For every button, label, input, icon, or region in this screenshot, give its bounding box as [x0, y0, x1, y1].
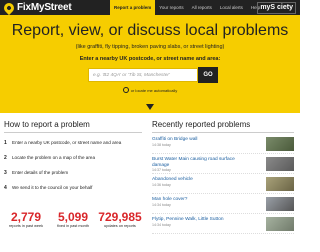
report-thumbnail[interactable] — [266, 197, 294, 211]
report-time: 14:34 today — [152, 202, 171, 207]
map-pin-icon — [1, 0, 17, 16]
down-arrow-icon — [146, 104, 154, 110]
locate-me-link[interactable]: or locate me automatically — [0, 87, 300, 93]
step-number: 4 — [4, 184, 7, 191]
go-button[interactable]: GO — [198, 67, 218, 83]
step-item: 1 Enter a nearby UK postcode, or street … — [4, 137, 142, 148]
report-title[interactable]: Burst Water Main causing road surface da… — [152, 157, 252, 168]
step-text: Enter a nearby UK postcode, or street na… — [12, 140, 122, 145]
logo[interactable]: FixMyStreet — [1, 0, 72, 16]
how-to-title: How to report a problem — [4, 120, 142, 133]
report-item[interactable]: Abandoned vehicle 14:36 today — [152, 177, 294, 194]
top-bar: FixMyStreet Report a problem Your report… — [0, 0, 300, 16]
nav-report-problem[interactable]: Report a problem — [110, 0, 156, 15]
nav-your-reports[interactable]: Your reports — [155, 0, 187, 15]
stat-fixed-month: 5,099 fixed in past month — [51, 210, 95, 229]
stat-label: updates on reports — [104, 224, 136, 228]
step-number: 2 — [4, 154, 7, 161]
report-time: 14:36 today — [152, 182, 171, 187]
stats-row: 2,779 reports in past week 5,099 fixed i… — [4, 210, 142, 229]
step-text: Locate the problem on a map of the area — [12, 155, 95, 160]
report-thumbnail[interactable] — [266, 177, 294, 191]
stat-label: fixed in past month — [57, 224, 89, 228]
report-thumbnail[interactable] — [266, 217, 294, 231]
recent-reports-section: Recently reported problems Graffiti on B… — [152, 120, 294, 237]
report-time: 14:37 today — [152, 168, 171, 172]
report-time: 14:38 today — [152, 142, 171, 147]
step-text: Enter details of the problem — [12, 170, 69, 175]
page-title: Report, view, or discuss local problems — [11, 22, 289, 39]
stat-updates: 729,985 updates on reports — [98, 210, 142, 229]
stat-value: 2,779 — [10, 210, 42, 224]
stat-value: 5,099 — [57, 210, 89, 224]
step-number: 1 — [4, 139, 7, 146]
logo-text: FixMyStreet — [17, 2, 72, 13]
report-item[interactable]: Burst Water Main causing road surface da… — [152, 157, 294, 174]
main-nav: Report a problem Your reports All report… — [110, 0, 264, 15]
step-text: We send it to the council on your behalf — [12, 185, 93, 190]
stat-reports-week: 2,779 reports in past week — [4, 210, 48, 229]
tagline: (like graffiti, fly tipping, broken pavi… — [75, 44, 225, 50]
step-item: 3 Enter details of the problem — [4, 167, 142, 178]
how-to-section: How to report a problem 1 Enter a nearby… — [4, 120, 142, 197]
step-number: 3 — [4, 169, 7, 176]
stat-value: 729,985 — [98, 210, 142, 224]
report-time: 14:34 today — [152, 222, 171, 227]
recent-reports-title: Recently reported problems — [152, 120, 294, 133]
report-item[interactable]: Graffiti on Bridge wall 14:38 today — [152, 137, 294, 154]
report-item[interactable]: Flytip, Pennine Walk, Little Sutton 14:3… — [152, 217, 294, 234]
postcode-search-input[interactable]: e.g. 'B2 4QA' or 'Tib St, Manchester' — [88, 68, 198, 82]
nav-all-reports[interactable]: All reports — [188, 0, 216, 15]
locate-icon — [122, 87, 129, 93]
report-thumbnail[interactable] — [266, 137, 294, 151]
report-thumbnail[interactable] — [266, 157, 294, 171]
nav-local-alerts[interactable]: Local alerts — [216, 0, 247, 15]
stat-label: reports in past week — [9, 224, 43, 228]
step-item: 4 We send it to the council on your beha… — [4, 182, 142, 193]
report-item[interactable]: Man hole cover? 14:34 today — [152, 197, 294, 214]
mysociety-link[interactable]: myS ciety — [257, 2, 296, 14]
locate-text: or locate me automatically — [130, 87, 178, 93]
search-prompt: Enter a nearby UK postcode, or street na… — [79, 56, 221, 62]
step-item: 2 Locate the problem on a map of the are… — [4, 152, 142, 163]
